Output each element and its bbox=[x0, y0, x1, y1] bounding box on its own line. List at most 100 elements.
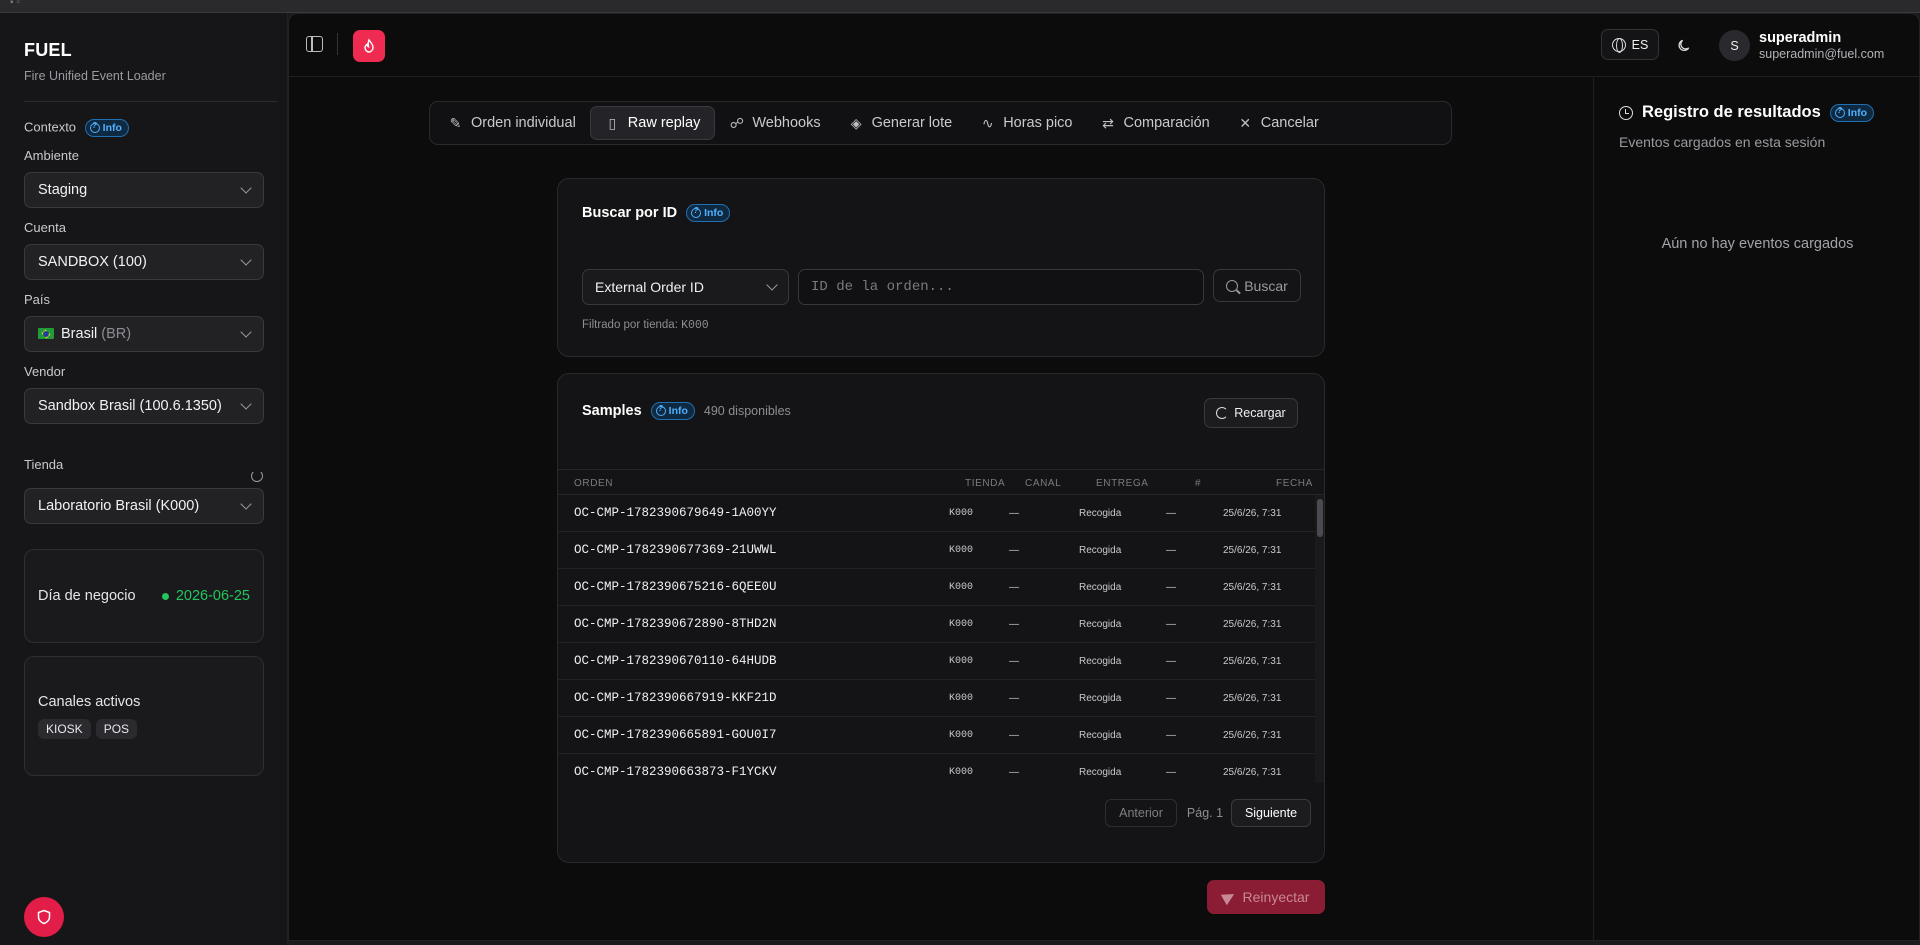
info-badge[interactable]: Info bbox=[650, 402, 695, 420]
cell-orden: OC-CMP-1782390675216-6QEE0U bbox=[574, 580, 777, 594]
channel-chips: KIOSK POS bbox=[38, 719, 250, 739]
avatar[interactable]: S bbox=[1719, 30, 1750, 61]
chevron-down-icon bbox=[240, 498, 252, 510]
cell-canal: — bbox=[1009, 508, 1019, 519]
samples-panel: Samples Info 490 disponibles Recargar OR… bbox=[557, 373, 1325, 863]
prev-page-button[interactable]: Anterior bbox=[1105, 799, 1177, 827]
samples-count: 490 disponibles bbox=[703, 404, 791, 418]
cell-canal: — bbox=[1009, 619, 1019, 630]
order-id-input[interactable] bbox=[798, 269, 1204, 305]
info-badge[interactable]: Info bbox=[1829, 103, 1875, 122]
reinject-button[interactable]: Reinyectar bbox=[1207, 880, 1325, 914]
brazil-flag-icon bbox=[38, 328, 54, 339]
cell-tienda: K000 bbox=[949, 508, 974, 519]
table-row[interactable]: OC-CMP-1782390665891-GOU0I7 K000 — Recogida… bbox=[558, 717, 1315, 754]
user-email: superadmin@fuel.com bbox=[1759, 47, 1885, 61]
info-badge[interactable]: Info bbox=[686, 204, 731, 222]
context-label-text: Contexto bbox=[24, 119, 77, 135]
cell-canal: — bbox=[1009, 545, 1019, 556]
chevron-down-icon bbox=[240, 326, 252, 338]
results-title: Registro de resultados Info bbox=[1619, 103, 1875, 122]
table-row[interactable]: OC-CMP-1782390679649-1A00YY K000 — Recogida… bbox=[558, 495, 1315, 532]
tab-raw-replay[interactable]: ▯ Raw replay bbox=[589, 106, 716, 140]
col-fecha: FECHA bbox=[1276, 478, 1313, 489]
cell-tienda: K000 bbox=[949, 545, 974, 556]
tab-label: Orden individual bbox=[471, 115, 576, 131]
vendor-select[interactable]: Sandbox Brasil (100.6.1350) bbox=[24, 388, 264, 424]
close-icon: ✕ bbox=[1239, 114, 1252, 131]
table-row[interactable]: OC-CMP-1782390670110-64HUDB K000 — Recogida… bbox=[558, 643, 1315, 680]
send-icon bbox=[1220, 888, 1237, 906]
col-entrega: ENTREGA bbox=[1096, 478, 1149, 489]
results-empty-state: Aún no hay eventos cargados bbox=[1661, 236, 1854, 252]
fire-logo-button[interactable] bbox=[353, 30, 385, 62]
cell-tienda: K000 bbox=[949, 619, 974, 630]
table-scrollbar[interactable] bbox=[1315, 495, 1324, 783]
tab-cancelar[interactable]: ✕ Cancelar bbox=[1224, 106, 1333, 140]
ambiente-select[interactable]: Staging bbox=[24, 172, 264, 208]
table-row[interactable]: OC-CMP-1782390667919-KKF21D K000 — Recogida… bbox=[558, 680, 1315, 717]
window-controls-icon: ▪ ▫ bbox=[10, 0, 20, 8]
ambiente-value: Staging bbox=[38, 182, 88, 198]
filter-store: K000 bbox=[681, 319, 709, 332]
info-badge[interactable]: Info bbox=[84, 119, 129, 137]
table-row[interactable]: OC-CMP-1782390677369-21UWWL K000 — Recogida… bbox=[558, 532, 1315, 569]
cell-fecha: 25/6/26, 7:31 bbox=[1223, 619, 1282, 630]
language-button[interactable]: ES bbox=[1601, 29, 1659, 60]
cell-orden: OC-CMP-1782390663873-F1YCKV bbox=[574, 765, 777, 779]
reload-label: Recargar bbox=[1234, 406, 1286, 420]
tab-comparacion[interactable]: ⇄ Comparación bbox=[1087, 106, 1224, 140]
history-icon bbox=[1619, 105, 1633, 120]
refresh-icon[interactable] bbox=[251, 470, 263, 482]
vendor-value: Sandbox Brasil (100.6.1350) bbox=[38, 398, 222, 414]
cell-entrega: Recogida bbox=[1079, 582, 1122, 593]
cell-entrega: Recogida bbox=[1079, 508, 1122, 519]
store-filter-note: Filtrado por tienda: K000 bbox=[582, 319, 709, 332]
cell-tienda: K000 bbox=[949, 693, 974, 704]
table-row[interactable]: OC-CMP-1782390663873-F1YCKV K000 — Recogida… bbox=[558, 754, 1315, 783]
search-button[interactable]: Buscar bbox=[1213, 269, 1301, 302]
search-button-label: Buscar bbox=[1244, 277, 1288, 294]
sidebar-toggle-icon[interactable] bbox=[306, 36, 323, 52]
page-number: Pág. 1 bbox=[1186, 806, 1224, 820]
scrollbar-thumb[interactable] bbox=[1317, 499, 1323, 537]
col-canal: CANAL bbox=[1025, 478, 1062, 489]
cell-orden: OC-CMP-1782390667919-KKF21D bbox=[574, 691, 777, 705]
pais-select[interactable]: Brasil (BR) bbox=[24, 316, 264, 352]
theme-toggle[interactable] bbox=[1673, 34, 1695, 56]
chevron-down-icon bbox=[240, 254, 252, 266]
tab-webhooks[interactable]: ☍ Webhooks bbox=[715, 106, 834, 140]
chevron-down-icon bbox=[240, 182, 252, 194]
ambiente-label: Ambiente bbox=[24, 148, 79, 163]
shield-button[interactable] bbox=[24, 897, 64, 937]
pais-value-wrap: Brasil (BR) bbox=[38, 326, 131, 342]
samples-title: Samples Info 490 disponibles bbox=[582, 402, 791, 420]
tab-horas-pico[interactable]: ∿ Horas pico bbox=[966, 106, 1086, 140]
pais-code: (BR) bbox=[101, 326, 132, 342]
cell-num: — bbox=[1166, 656, 1176, 667]
top-bar: ES S superadmin superadmin@fuel.com bbox=[289, 14, 1919, 77]
tab-generar-lote[interactable]: ◈ Generar lote bbox=[835, 106, 967, 140]
cuenta-select[interactable]: SANDBOX (100) bbox=[24, 244, 264, 280]
cell-canal: — bbox=[1009, 656, 1019, 667]
tab-label: Horas pico bbox=[1003, 115, 1073, 131]
tienda-select[interactable]: Laboratorio Brasil (K000) bbox=[24, 488, 264, 524]
main-area: ES S superadmin superadmin@fuel.com ✎ Ord… bbox=[288, 13, 1920, 942]
cell-canal: — bbox=[1009, 582, 1019, 593]
business-day-label: Día de negocio bbox=[38, 588, 136, 604]
tab-orden-individual[interactable]: ✎ Orden individual bbox=[434, 106, 590, 140]
vendor-label: Vendor bbox=[24, 364, 66, 379]
chevron-down-icon bbox=[240, 398, 252, 410]
table-row[interactable]: OC-CMP-1782390672890-8THD2N K000 — Recogida… bbox=[558, 606, 1315, 643]
table-row[interactable]: OC-CMP-1782390675216-6QEE0U K000 — Recogida… bbox=[558, 569, 1315, 606]
samples-title-text: Samples bbox=[582, 403, 642, 419]
cell-fecha: 25/6/26, 7:31 bbox=[1223, 656, 1282, 667]
divider bbox=[24, 101, 277, 102]
file-icon: ▯ bbox=[608, 114, 617, 131]
reload-button[interactable]: Recargar bbox=[1204, 398, 1298, 428]
next-page-button[interactable]: Siguiente bbox=[1231, 799, 1311, 827]
id-type-select[interactable]: External Order ID bbox=[582, 269, 789, 305]
cell-num: — bbox=[1166, 582, 1176, 593]
cell-entrega: Recogida bbox=[1079, 656, 1122, 667]
info-badge-label: Info bbox=[668, 405, 688, 417]
